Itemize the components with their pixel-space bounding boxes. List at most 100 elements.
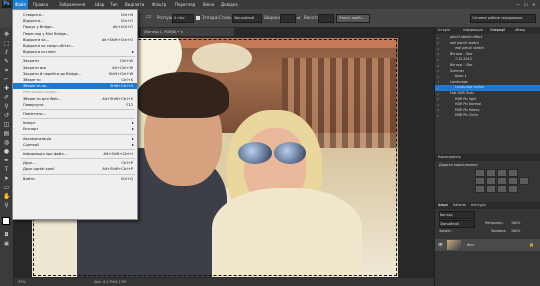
file-menu-item[interactable]: Відкрити як смарт-об'єкт... (13, 43, 137, 49)
hue-saturation-icon[interactable] (486, 177, 496, 185)
check-icon[interactable]: ✓ (437, 47, 440, 51)
file-menu-item[interactable]: Вийти Ctrl+Q (13, 176, 137, 182)
check-icon[interactable]: ✓ (437, 58, 440, 62)
healing-tool-icon[interactable]: ✚ (3, 85, 10, 92)
tab-info[interactable]: Інформація (463, 28, 483, 32)
gradient-map-icon[interactable] (508, 185, 518, 193)
photo-filter-icon[interactable] (519, 177, 529, 185)
menu-layer[interactable]: Шар (95, 0, 104, 9)
crop-tool-icon[interactable]: ⌗ (3, 67, 10, 74)
swap-icon[interactable]: ⇄ (297, 15, 300, 20)
file-menu-item[interactable]: Зберегти як... Shift+Ctrl+S (13, 83, 137, 90)
check-icon[interactable]: ✓ (437, 109, 440, 112)
menu-edit[interactable]: Правка (33, 0, 48, 9)
opacity-value[interactable]: 100% (511, 221, 520, 225)
move-tool-icon[interactable]: ✥ (3, 31, 10, 38)
black-white-icon[interactable] (508, 177, 518, 185)
menu-file[interactable]: Файл (13, 0, 29, 9)
file-menu-item[interactable]: Відкрити як... Alt+Shift+Ctrl+O (13, 37, 137, 43)
menu-help[interactable]: Довідка (221, 0, 238, 9)
file-menu-item[interactable]: Закрити Ctrl+W (13, 58, 137, 64)
check-icon[interactable]: ✓ (437, 64, 440, 68)
file-menu-item[interactable]: Сценарії ▸ (13, 142, 137, 148)
exposure-icon[interactable] (508, 169, 518, 177)
minimize-icon[interactable]: — (516, 0, 520, 9)
check-icon[interactable]: ✓ (437, 70, 440, 73)
posterize-icon[interactable] (486, 185, 496, 193)
blur-tool-icon[interactable]: ◍ (3, 139, 10, 146)
gradient-tool-icon[interactable]: ▤ (3, 130, 10, 137)
shape-tool-icon[interactable]: ▭ (3, 184, 10, 191)
close-tab-icon[interactable]: ✕ (181, 30, 184, 34)
file-menu-item[interactable]: Інформація про файл... Alt+Shift+Ctrl+I (13, 151, 137, 157)
menu-select[interactable]: Виділити (125, 0, 144, 9)
feather-input[interactable]: 0 пікс (172, 14, 194, 23)
tab-channels[interactable]: Канали (453, 203, 466, 207)
file-menu-item[interactable]: Відкрити останні ▸ (13, 49, 137, 55)
color-balance-icon[interactable] (497, 177, 507, 185)
height-input[interactable] (318, 14, 334, 23)
menu-view[interactable]: Перегляд (175, 0, 195, 9)
file-menu-item[interactable]: Пошук у Bridge... Alt+Ctrl+O (13, 24, 137, 30)
file-menu-item[interactable]: Відкрити... Ctrl+O (13, 18, 137, 24)
brightness-icon[interactable] (475, 169, 485, 177)
brush-tool-icon[interactable]: ✐ (3, 94, 10, 101)
blend-mode-select[interactable]: Звичайний (439, 220, 475, 228)
check-icon[interactable]: ✓ (437, 36, 440, 40)
foreground-color-swatch[interactable] (2, 217, 10, 225)
marquee-tool-icon[interactable]: ⬚ (3, 40, 10, 47)
quick-select-tool-icon[interactable]: ✎ (3, 58, 10, 65)
invert-icon[interactable] (475, 185, 485, 193)
pen-tool-icon[interactable]: ✒ (3, 157, 10, 164)
check-icon[interactable]: ✓ (437, 98, 440, 101)
menu-filter[interactable]: Фільтр (152, 0, 166, 9)
workspace-select[interactable]: Основне робоче середовище (470, 14, 536, 23)
tab-history[interactable]: Історія (438, 28, 450, 32)
width-input[interactable] (280, 14, 296, 23)
check-icon[interactable]: ✓ (437, 103, 440, 107)
levels-icon[interactable] (486, 169, 496, 177)
type-tool-icon[interactable]: T (3, 166, 10, 173)
check-icon[interactable]: ✓ (437, 81, 440, 84)
tab-actions[interactable]: Операції (490, 28, 505, 32)
layer-row-background[interactable]: 👁 Фон 🔒 (435, 239, 540, 251)
clone-stamp-tool-icon[interactable]: ⚲ (3, 103, 10, 110)
zoom-tool-icon[interactable]: ⚲ (3, 202, 10, 209)
quick-mask-icon[interactable]: ◘ (3, 232, 10, 239)
tab-layers[interactable]: Шари (438, 203, 448, 207)
curves-icon[interactable] (497, 169, 507, 177)
history-brush-tool-icon[interactable]: ↺ (3, 112, 10, 119)
fill-value[interactable]: 100% (511, 229, 520, 233)
eraser-tool-icon[interactable]: ◫ (3, 121, 10, 128)
file-menu-item[interactable]: Експорт ▸ (13, 126, 137, 132)
tab-paragraph[interactable]: Абзац (515, 28, 525, 32)
vibrance-icon[interactable] (475, 177, 485, 185)
layer-filter-select[interactable]: Вигляд (439, 211, 475, 219)
threshold-icon[interactable] (497, 185, 507, 193)
eyedropper-tool-icon[interactable]: ⌐ (3, 76, 10, 83)
check-icon[interactable]: ✓ (437, 86, 440, 90)
file-menu-item[interactable]: Автоматизація ▸ (13, 136, 137, 142)
tab-adjustments[interactable]: Коригування (438, 155, 461, 159)
selection-mode-icon[interactable]: ▭ (146, 13, 152, 20)
screen-mode-icon[interactable]: ▣ (3, 241, 10, 248)
file-menu-item[interactable]: Закрити все Alt+Ctrl+W (13, 65, 137, 71)
check-icon[interactable]: ✓ (437, 92, 440, 96)
file-menu-item[interactable]: Друк однієї копії Alt+Shift+Ctrl+P (13, 166, 137, 172)
refine-edge-button[interactable]: Уточн. край... (336, 14, 370, 23)
menu-window[interactable]: Вікно (203, 0, 214, 9)
menu-type[interactable]: Тип (110, 0, 118, 9)
file-menu-item[interactable]: Створити... Ctrl+N (13, 12, 137, 18)
file-menu-item[interactable]: Зберегти для Web... Alt+Shift+Ctrl+S (13, 96, 137, 102)
file-menu-item[interactable]: Перегляд у Mini Bridge... (13, 31, 137, 37)
document-tab[interactable]: (Вигляд 1, RGB/8) * ✕ (140, 27, 235, 36)
tab-paths[interactable]: Контури (471, 203, 486, 207)
hand-tool-icon[interactable]: ✋ (3, 193, 10, 200)
file-menu-item[interactable]: Друк... Ctrl+P (13, 160, 137, 166)
file-menu-item[interactable]: Зберегти Ctrl+S (13, 77, 137, 83)
visibility-eye-icon[interactable]: 👁 (438, 242, 443, 247)
close-icon[interactable]: ✕ (532, 0, 535, 9)
zoom-level[interactable]: 33% (18, 278, 26, 286)
file-menu-item[interactable]: Повернути F12 (13, 102, 137, 108)
check-icon[interactable]: ✓ (437, 75, 440, 79)
